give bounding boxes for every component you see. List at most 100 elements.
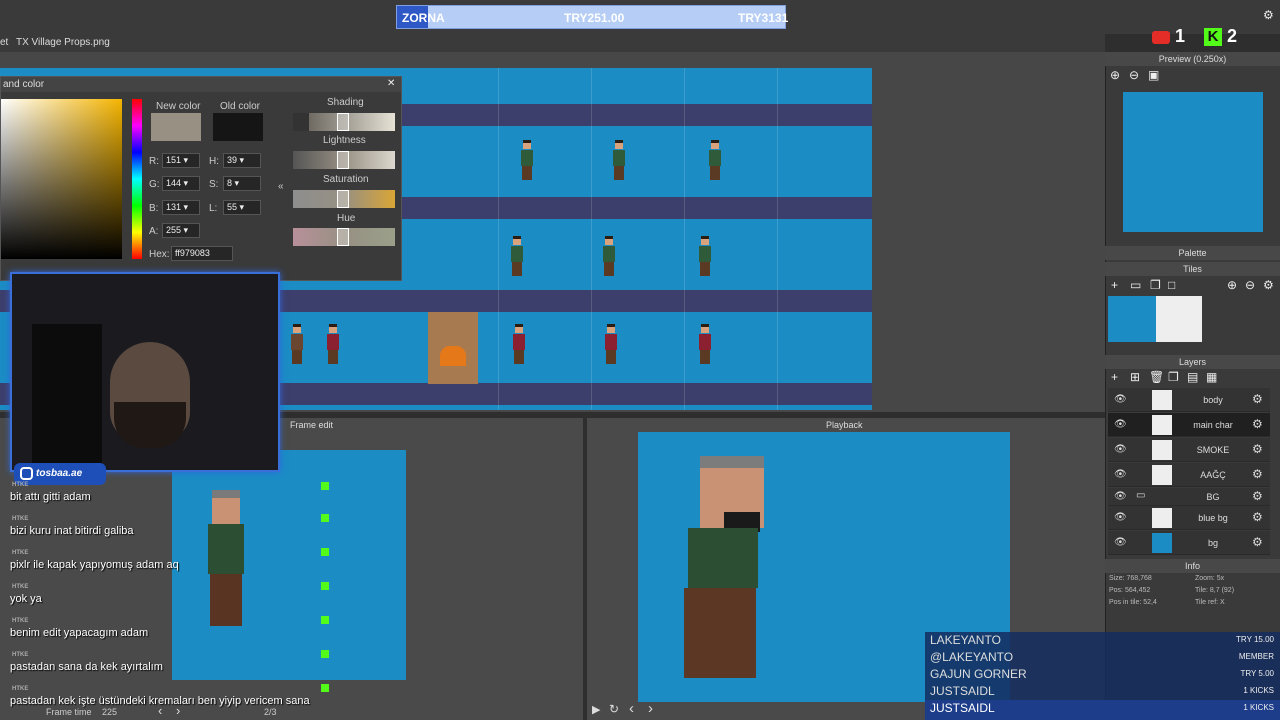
h-field[interactable]: 39 ▾ [223, 153, 261, 168]
kick-marker-icon [321, 616, 329, 624]
a-field[interactable]: 255 ▾ [162, 223, 200, 238]
tiles-zoom-out-icon[interactable]: ⊖ [1245, 278, 1255, 292]
delete-layer-icon[interactable]: 🗑 [1149, 370, 1164, 384]
hex-field[interactable]: ff979083 [171, 246, 233, 261]
fire [440, 346, 466, 366]
b-field[interactable]: 131 ▾ [162, 200, 200, 215]
loop-icon[interactable]: ↻ [609, 702, 619, 716]
layer-name: body [1203, 395, 1223, 405]
gear-icon[interactable]: ⚙ [1252, 535, 1263, 549]
frame-time-value[interactable]: 225 [102, 707, 117, 717]
event-value: MEMBER [1238, 652, 1274, 661]
layer-name: blue bg [1198, 513, 1228, 523]
hue-strip[interactable] [132, 99, 142, 259]
event-value: 1 KICKS [1243, 703, 1274, 712]
sprite-frame [698, 236, 712, 276]
chat-badge: HTKE [12, 652, 29, 658]
layer-row-aagc[interactable]: 👁 AAĞÇ ⚙ [1108, 463, 1270, 487]
fit-icon[interactable]: ▣ [1148, 68, 1159, 82]
l-label: L: [209, 203, 218, 214]
merge-layer-icon[interactable]: ▤ [1187, 370, 1198, 384]
l-field[interactable]: 55 ▾ [223, 200, 261, 215]
gear-icon[interactable]: ⚙ [1252, 417, 1263, 431]
event-row: @LAKEYANTO MEMBER [925, 649, 1280, 666]
tiles-zoom-in-icon[interactable]: ⊕ [1227, 278, 1237, 292]
layer-row-bg[interactable]: 👁 bg ⚙ [1108, 531, 1270, 555]
s-label: S: [209, 179, 219, 190]
preview-thumbnail[interactable] [1123, 92, 1263, 232]
forge-sprite [428, 312, 478, 384]
eye-icon[interactable]: 👁 [1114, 469, 1127, 480]
hue-label: Hue [337, 213, 356, 224]
eye-icon[interactable]: 👁 [1114, 491, 1127, 502]
sprite-frame [612, 140, 626, 180]
zoom-in-icon[interactable]: ⊕ [1110, 68, 1120, 82]
gear-icon[interactable]: ⚙ [1252, 510, 1263, 524]
duplicate-layer-icon[interactable]: ❐ [1168, 370, 1179, 384]
add-group-icon[interactable]: ⊞ [1130, 370, 1140, 384]
hue-slider[interactable] [293, 228, 395, 246]
event-value: TRY 15.00 [1236, 635, 1274, 644]
tile-blue[interactable] [1108, 296, 1156, 342]
layer-thumbnail [1152, 415, 1172, 435]
gear-icon[interactable]: ⚙ [1252, 392, 1263, 406]
info-tile-ref: Tile ref: X [1195, 599, 1225, 606]
event-user: @LAKEYANTO [930, 650, 1014, 664]
tab-bar: et TX Village Props.png [0, 34, 1105, 52]
eye-icon[interactable]: 👁 [1114, 512, 1127, 523]
lightness-slider[interactable] [293, 151, 395, 169]
eye-icon[interactable]: 👁 [1114, 537, 1127, 548]
tile-empty[interactable] [1156, 296, 1202, 342]
shading-slider[interactable] [293, 113, 395, 131]
playback-next-icon[interactable]: › [648, 700, 653, 717]
collapse-arrow-icon[interactable]: « [278, 181, 284, 192]
add-layer-icon[interactable]: + [1111, 370, 1118, 384]
add-tile-icon[interactable]: + [1111, 278, 1118, 292]
event-value: 1 KICKS [1243, 686, 1274, 695]
tab-tx-village-props[interactable]: TX Village Props.png [16, 37, 110, 48]
gear-icon[interactable]: ⚙ [1252, 489, 1263, 503]
tab-previous[interactable]: et [0, 37, 8, 48]
play-icon[interactable]: ▶ [592, 703, 600, 716]
settings-gear-icon[interactable]: ⚙ [1263, 8, 1274, 22]
eye-icon[interactable]: 👁 [1114, 444, 1127, 455]
new-color-label: New color [156, 101, 201, 112]
r-label: R: [149, 156, 159, 167]
new-tile-icon[interactable]: ▭ [1130, 278, 1141, 292]
event-row: LAKEYANTO TRY 15.00 [925, 632, 1280, 649]
layer-row-smoke[interactable]: 👁 SMOKE ⚙ [1108, 438, 1270, 462]
gear-icon[interactable]: ⚙ [1252, 467, 1263, 481]
a-label: A: [149, 226, 159, 237]
layer-row-bg-group[interactable]: 👁 ▭ BG ⚙ [1108, 488, 1270, 506]
slider-knob[interactable] [337, 190, 349, 208]
gear-icon[interactable]: ⚙ [1252, 442, 1263, 456]
g-field[interactable]: 144 ▾ [162, 176, 200, 191]
kick-marker-icon [321, 548, 329, 556]
layer-row-body[interactable]: 👁 body ⚙ [1108, 388, 1270, 412]
tile-frame-icon[interactable]: □ [1168, 278, 1175, 292]
r-field[interactable]: 151 ▾ [162, 153, 200, 168]
b-label: B: [149, 203, 159, 214]
layer-thumbnail [1152, 440, 1172, 460]
slider-knob[interactable] [337, 228, 349, 246]
layer-options-icon[interactable]: ▦ [1206, 370, 1217, 384]
layer-row-blue-bg[interactable]: 👁 blue bg ⚙ [1108, 506, 1270, 530]
eye-icon[interactable]: 👁 [1114, 394, 1127, 405]
slider-knob[interactable] [337, 113, 349, 131]
saturation-slider[interactable] [293, 190, 395, 208]
instagram-handle: tosbaa.ae [36, 468, 83, 479]
chat-badge: HTKE [12, 584, 29, 590]
info-pos-in-tile: Pos in tile: 52,4 [1109, 599, 1157, 606]
old-color-swatch[interactable] [213, 113, 263, 141]
s-field[interactable]: 8 ▾ [223, 176, 261, 191]
eye-icon[interactable]: 👁 [1114, 419, 1127, 430]
playback-prev-icon[interactable]: ‹ [629, 700, 634, 717]
tiles-settings-icon[interactable]: ⚙ [1263, 278, 1274, 292]
slider-knob[interactable] [337, 151, 349, 169]
zoom-out-icon[interactable]: ⊖ [1129, 68, 1139, 82]
chat-badge: HTKE [12, 550, 29, 556]
color-gradient-picker[interactable] [1, 99, 122, 259]
close-icon[interactable]: ✕ [387, 78, 395, 89]
copy-tile-icon[interactable]: ❐ [1150, 278, 1161, 292]
layer-row-main-char[interactable]: 👁 main char ⚙ [1108, 413, 1270, 437]
